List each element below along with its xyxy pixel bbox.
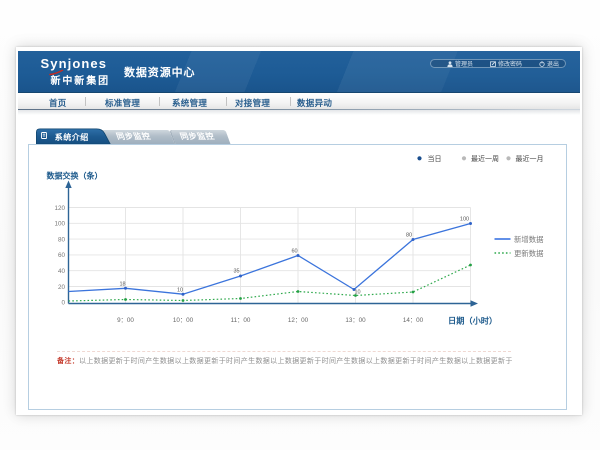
svg-text:10：00: 10：00	[173, 317, 194, 324]
svg-text:最近一周: 最近一周	[471, 154, 499, 163]
svg-text:80: 80	[406, 233, 412, 239]
svg-text:最近一月: 最近一月	[516, 154, 544, 163]
svg-text:13：00: 13：00	[345, 317, 366, 324]
svg-text:当日: 当日	[428, 154, 442, 163]
svg-text:日期（小时）: 日期（小时）	[448, 316, 497, 326]
svg-text:数据交换（条）: 数据交换（条）	[47, 171, 103, 181]
svg-text:9：00: 9：00	[117, 317, 134, 324]
svg-text:10: 10	[354, 290, 360, 296]
svg-text:40: 40	[58, 268, 66, 275]
svg-text:60: 60	[58, 252, 66, 259]
svg-text:更新数据: 更新数据	[514, 249, 544, 258]
svg-text:0: 0	[61, 300, 65, 307]
svg-text:11：00: 11：00	[231, 317, 251, 324]
svg-text:100: 100	[54, 221, 65, 228]
svg-text:35: 35	[233, 269, 239, 275]
svg-text:新增数据: 新增数据	[514, 235, 544, 244]
svg-text:12：00: 12：00	[288, 317, 309, 324]
svg-text:100: 100	[460, 217, 469, 223]
svg-text:120: 120	[54, 205, 65, 212]
svg-text:80: 80	[58, 236, 66, 243]
svg-text:14：00: 14：00	[403, 317, 424, 324]
svg-text:60: 60	[291, 249, 297, 255]
svg-text:18: 18	[119, 282, 125, 288]
svg-text:20: 20	[58, 284, 66, 291]
svg-text:10: 10	[177, 288, 183, 294]
